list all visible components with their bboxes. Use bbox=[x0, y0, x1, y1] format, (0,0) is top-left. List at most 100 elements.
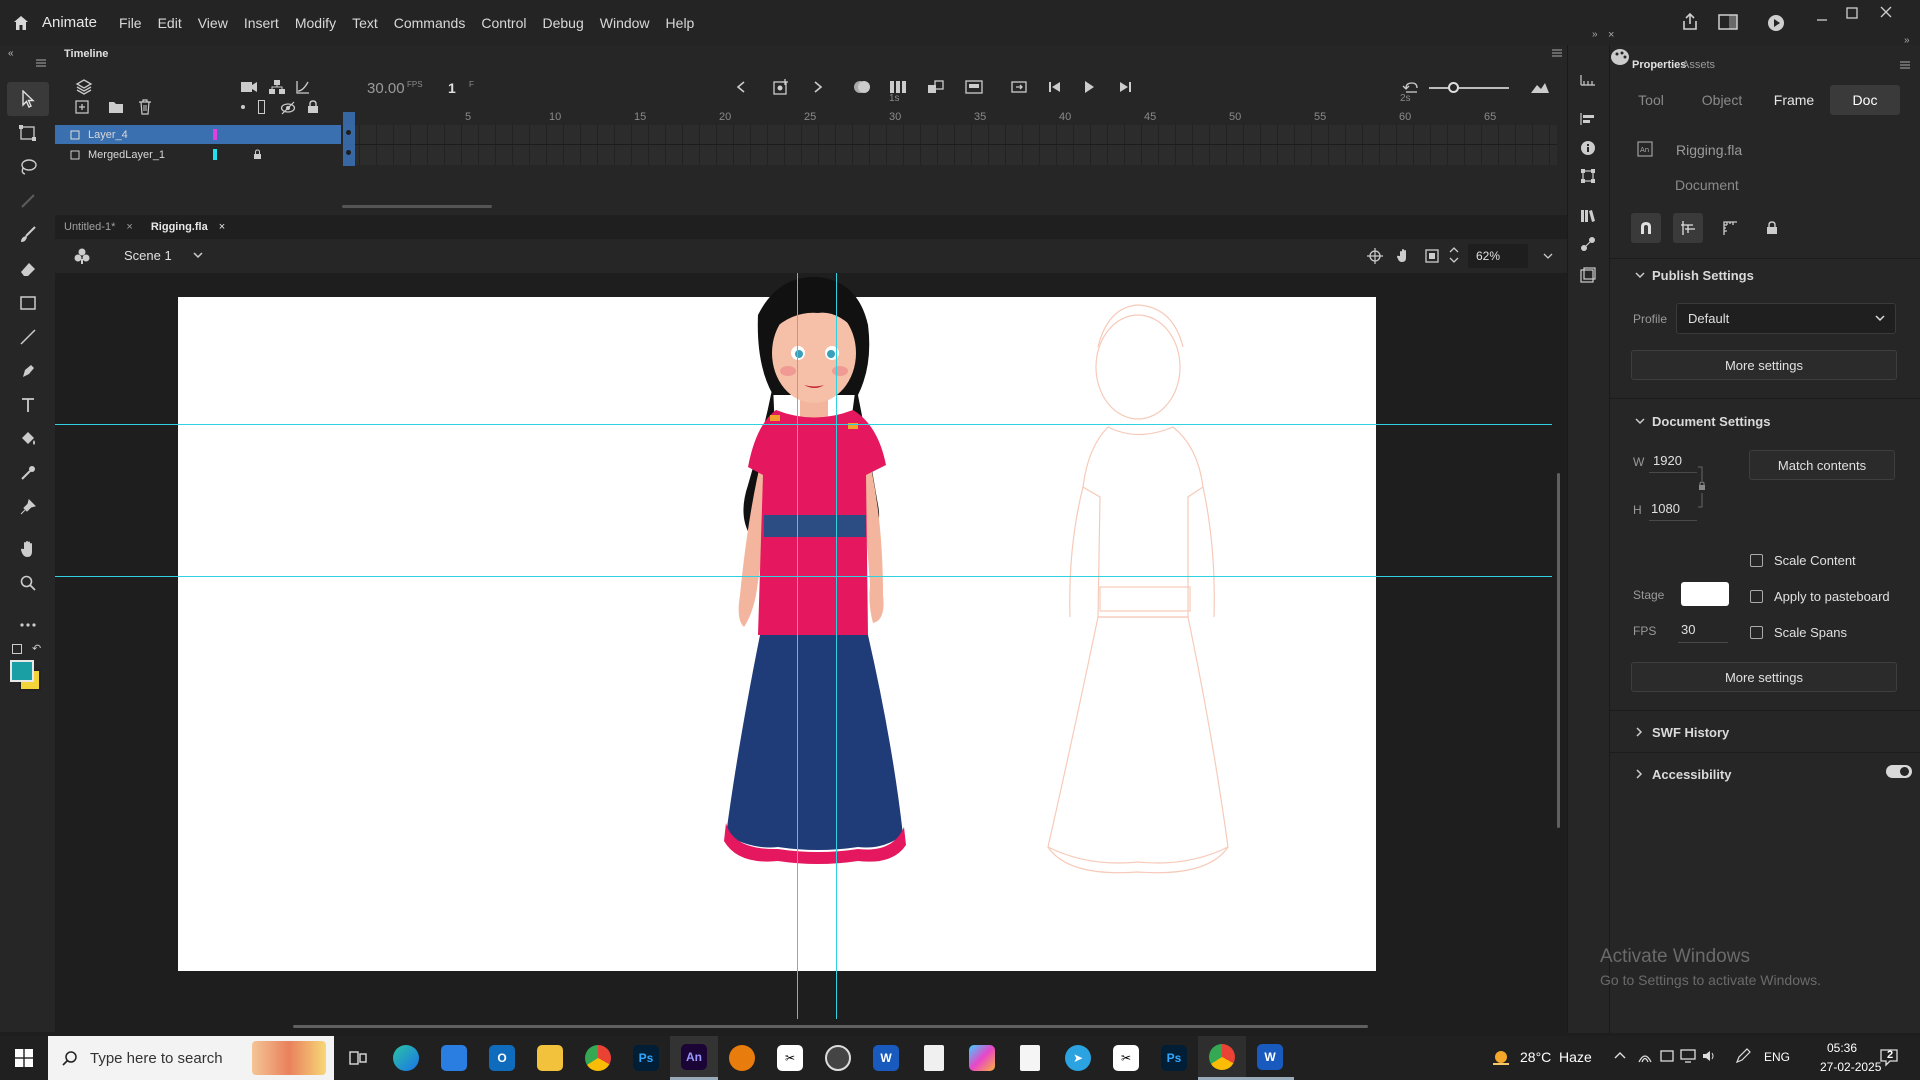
eyedropper-tool[interactable] bbox=[0, 456, 55, 490]
chevron-right-icon[interactable] bbox=[1636, 769, 1643, 779]
next-keyframe-icon[interactable] bbox=[812, 80, 824, 94]
zoom-tool[interactable] bbox=[0, 566, 55, 600]
animate-icon[interactable]: An bbox=[670, 1036, 718, 1080]
store-icon[interactable] bbox=[430, 1036, 478, 1080]
tab-label[interactable]: Untitled-1* bbox=[64, 221, 115, 233]
scale-content-label[interactable]: Scale Content bbox=[1774, 553, 1856, 568]
highlight-dot-icon[interactable] bbox=[241, 105, 245, 109]
share-icon[interactable] bbox=[1680, 12, 1700, 32]
telegram-icon[interactable]: ➤ bbox=[1054, 1036, 1102, 1080]
step-forward-icon[interactable] bbox=[1117, 80, 1133, 94]
publish-settings-title[interactable]: Publish Settings bbox=[1652, 268, 1754, 283]
center-stage-icon[interactable] bbox=[1367, 248, 1383, 264]
timeline-fit-icon[interactable] bbox=[1530, 80, 1550, 94]
profile-value[interactable]: Default bbox=[1688, 311, 1729, 326]
tab-rigging-fla[interactable]: Rigging.fla × bbox=[151, 221, 225, 233]
stage[interactable] bbox=[178, 276, 1376, 971]
close-icon[interactable] bbox=[1879, 5, 1893, 19]
search-placeholder[interactable]: Type here to search bbox=[90, 1050, 223, 1067]
scene-label[interactable]: Scene 1 bbox=[124, 248, 172, 263]
timeline-tab[interactable]: Timeline bbox=[64, 48, 108, 60]
classic-tween-icon[interactable] bbox=[965, 79, 983, 95]
scene-icon[interactable] bbox=[73, 247, 91, 265]
vertical-scrollbar[interactable] bbox=[1557, 473, 1560, 828]
outlook-icon[interactable]: O bbox=[478, 1036, 526, 1080]
collapse-toolbar-icon[interactable]: « bbox=[8, 48, 14, 59]
stroke-color-swatch[interactable] bbox=[10, 660, 34, 682]
layer-lock-icon[interactable] bbox=[253, 149, 262, 160]
text-tool[interactable] bbox=[0, 388, 55, 422]
layer-name[interactable]: MergedLayer_1 bbox=[88, 149, 165, 161]
layer-row-mergedlayer-1[interactable]: MergedLayer_1 bbox=[55, 145, 341, 164]
eraser-tool[interactable] bbox=[0, 252, 55, 286]
tray-chevron-icon[interactable] bbox=[1614, 1051, 1626, 1059]
default-colors-icon[interactable] bbox=[12, 644, 22, 654]
loop-icon[interactable] bbox=[1010, 79, 1028, 95]
capcut-icon[interactable]: ✂ bbox=[766, 1036, 814, 1080]
word-icon[interactable]: W bbox=[862, 1036, 910, 1080]
timeline-zoom-thumb[interactable] bbox=[1448, 82, 1459, 93]
home-icon[interactable] bbox=[0, 0, 42, 45]
blender-icon[interactable] bbox=[718, 1036, 766, 1080]
search-box[interactable]: Type here to search bbox=[48, 1036, 334, 1080]
outline-toggle-icon[interactable] bbox=[258, 100, 265, 114]
close-panels-icon[interactable]: × bbox=[1608, 29, 1614, 41]
notepad-icon[interactable] bbox=[910, 1036, 958, 1080]
pasteboard[interactable] bbox=[55, 273, 1567, 1033]
maximize-icon[interactable] bbox=[1845, 6, 1859, 20]
timeline-scrollbar[interactable] bbox=[342, 205, 492, 208]
pen-tray-icon[interactable] bbox=[1735, 1048, 1751, 1064]
expand-panels-icon[interactable]: » bbox=[1592, 29, 1598, 40]
horizontal-guide[interactable] bbox=[55, 424, 1552, 425]
apply-pasteboard-checkbox[interactable]: Apply to pasteboard bbox=[1750, 589, 1890, 604]
network-icon[interactable] bbox=[1637, 1048, 1653, 1064]
scale-spans-label[interactable]: Scale Spans bbox=[1774, 625, 1847, 640]
menu-view[interactable]: View bbox=[198, 15, 228, 31]
rotate-stage-icon[interactable] bbox=[1395, 248, 1413, 264]
align-icon[interactable] bbox=[1580, 112, 1596, 126]
new-layer-icon[interactable] bbox=[75, 100, 89, 114]
menu-control[interactable]: Control bbox=[481, 15, 526, 31]
timeline-menu-icon[interactable] bbox=[1552, 49, 1562, 57]
file-explorer-icon[interactable] bbox=[526, 1036, 574, 1080]
swf-history-title[interactable]: SWF History bbox=[1652, 725, 1729, 740]
horizontal-scrollbar[interactable] bbox=[293, 1025, 1368, 1028]
vertical-guide[interactable] bbox=[836, 273, 837, 1019]
zoom-value[interactable]: 62% bbox=[1476, 249, 1500, 263]
height-input[interactable]: 1080 bbox=[1651, 501, 1680, 516]
workspace-icon[interactable] bbox=[1718, 13, 1738, 31]
menu-help[interactable]: Help bbox=[666, 15, 695, 31]
delete-layer-icon[interactable] bbox=[138, 99, 152, 115]
create-tween-icon[interactable] bbox=[927, 79, 945, 95]
word-2-icon[interactable]: W bbox=[1246, 1036, 1294, 1080]
hand-tool[interactable] bbox=[0, 532, 55, 566]
checkbox[interactable] bbox=[1750, 554, 1763, 567]
tab-doc[interactable]: Doc bbox=[1830, 85, 1900, 115]
motion-presets-icon[interactable] bbox=[1580, 236, 1596, 252]
profile-dropdown[interactable]: Default bbox=[1676, 303, 1896, 334]
chevron-down-icon[interactable] bbox=[1635, 418, 1645, 425]
tab-untitled-1[interactable]: Untitled-1* × bbox=[64, 221, 133, 233]
library-ruler-icon[interactable] bbox=[1580, 73, 1596, 87]
chevron-down-icon[interactable] bbox=[193, 252, 203, 259]
layers-icon[interactable] bbox=[75, 78, 93, 96]
assets-tab[interactable]: Assets bbox=[1682, 59, 1715, 71]
publish-more-settings-button[interactable]: More settings bbox=[1631, 350, 1897, 380]
current-frame[interactable]: 1 bbox=[448, 80, 456, 96]
free-transform-tool[interactable] bbox=[0, 116, 55, 150]
display-icon[interactable] bbox=[1680, 1048, 1696, 1064]
layer-depth-icon[interactable] bbox=[1673, 213, 1703, 243]
photoshop-2-icon[interactable]: Ps bbox=[1150, 1036, 1198, 1080]
tab-frame[interactable]: Frame bbox=[1758, 85, 1830, 115]
selection-tool[interactable] bbox=[7, 82, 49, 116]
checkbox[interactable] bbox=[1750, 590, 1763, 603]
layer-row-layer-4[interactable]: Layer_4 bbox=[55, 125, 341, 144]
toolbar-menu-icon[interactable] bbox=[36, 59, 46, 67]
menu-modify[interactable]: Modify bbox=[295, 15, 336, 31]
graph-icon[interactable] bbox=[295, 79, 311, 95]
close-tab-icon[interactable]: × bbox=[126, 221, 132, 233]
brush-tool[interactable] bbox=[0, 218, 55, 252]
clock-date[interactable]: 27-02-2025 bbox=[1820, 1060, 1881, 1074]
apply-pasteboard-label[interactable]: Apply to pasteboard bbox=[1774, 589, 1890, 604]
close-tab-icon[interactable]: × bbox=[219, 221, 225, 233]
